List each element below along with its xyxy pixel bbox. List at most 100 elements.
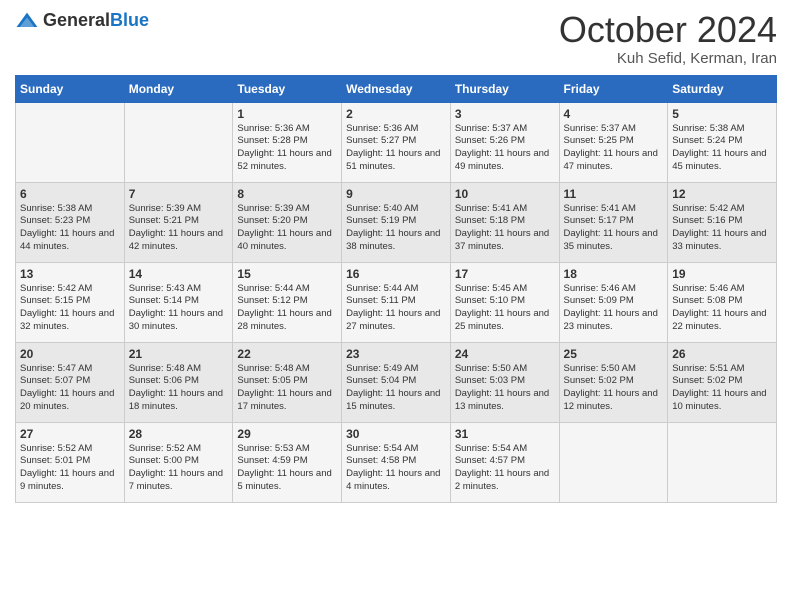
day-info: Sunrise: 5:39 AMSunset: 5:20 PMDaylight:… (237, 203, 337, 254)
day-cell: 14Sunrise: 5:43 AMSunset: 5:14 PMDayligh… (124, 262, 233, 342)
header: GeneralBlue October 2024 Kuh Sefid, Kerm… (15, 10, 777, 67)
day-cell: 31Sunrise: 5:54 AMSunset: 4:57 PMDayligh… (450, 422, 559, 502)
day-number: 14 (129, 267, 229, 281)
sunrise-text: Sunrise: 5:40 AM (346, 203, 446, 216)
sunrise-text: Sunrise: 5:38 AM (672, 123, 772, 136)
sunset-text: Sunset: 5:28 PM (237, 135, 337, 148)
sunset-text: Sunset: 5:16 PM (672, 215, 772, 228)
sunset-text: Sunset: 5:10 PM (455, 295, 555, 308)
daylight-text: Daylight: 11 hours and 28 minutes. (237, 308, 337, 334)
sunrise-text: Sunrise: 5:39 AM (129, 203, 229, 216)
sunset-text: Sunset: 5:06 PM (129, 375, 229, 388)
daylight-text: Daylight: 11 hours and 52 minutes. (237, 148, 337, 174)
day-number: 18 (564, 267, 664, 281)
day-number: 3 (455, 107, 555, 121)
day-info: Sunrise: 5:52 AMSunset: 5:00 PMDaylight:… (129, 443, 229, 494)
sunrise-text: Sunrise: 5:45 AM (455, 283, 555, 296)
sunset-text: Sunset: 4:57 PM (455, 455, 555, 468)
day-number: 6 (20, 187, 120, 201)
day-number: 10 (455, 187, 555, 201)
title-block: October 2024 Kuh Sefid, Kerman, Iran (559, 10, 777, 67)
day-cell: 7Sunrise: 5:39 AMSunset: 5:21 PMDaylight… (124, 182, 233, 262)
col-header-wednesday: Wednesday (342, 75, 451, 102)
col-header-sunday: Sunday (16, 75, 125, 102)
day-info: Sunrise: 5:53 AMSunset: 4:59 PMDaylight:… (237, 443, 337, 494)
sunset-text: Sunset: 5:09 PM (564, 295, 664, 308)
sunrise-text: Sunrise: 5:36 AM (237, 123, 337, 136)
sunset-text: Sunset: 5:25 PM (564, 135, 664, 148)
daylight-text: Daylight: 11 hours and 35 minutes. (564, 228, 664, 254)
day-cell: 11Sunrise: 5:41 AMSunset: 5:17 PMDayligh… (559, 182, 668, 262)
header-row: SundayMondayTuesdayWednesdayThursdayFrid… (16, 75, 777, 102)
day-number: 30 (346, 427, 446, 441)
day-info: Sunrise: 5:48 AMSunset: 5:06 PMDaylight:… (129, 363, 229, 414)
day-info: Sunrise: 5:41 AMSunset: 5:17 PMDaylight:… (564, 203, 664, 254)
calendar-table: SundayMondayTuesdayWednesdayThursdayFrid… (15, 75, 777, 503)
day-cell: 20Sunrise: 5:47 AMSunset: 5:07 PMDayligh… (16, 342, 125, 422)
logo: GeneralBlue (15, 10, 149, 31)
day-info: Sunrise: 5:41 AMSunset: 5:18 PMDaylight:… (455, 203, 555, 254)
sunrise-text: Sunrise: 5:49 AM (346, 363, 446, 376)
sunset-text: Sunset: 5:04 PM (346, 375, 446, 388)
day-number: 22 (237, 347, 337, 361)
day-info: Sunrise: 5:42 AMSunset: 5:16 PMDaylight:… (672, 203, 772, 254)
sunrise-text: Sunrise: 5:47 AM (20, 363, 120, 376)
sunset-text: Sunset: 5:23 PM (20, 215, 120, 228)
day-info: Sunrise: 5:44 AMSunset: 5:12 PMDaylight:… (237, 283, 337, 334)
day-cell: 9Sunrise: 5:40 AMSunset: 5:19 PMDaylight… (342, 182, 451, 262)
daylight-text: Daylight: 11 hours and 15 minutes. (346, 388, 446, 414)
day-cell: 30Sunrise: 5:54 AMSunset: 4:58 PMDayligh… (342, 422, 451, 502)
daylight-text: Daylight: 11 hours and 40 minutes. (237, 228, 337, 254)
day-number: 12 (672, 187, 772, 201)
daylight-text: Daylight: 11 hours and 27 minutes. (346, 308, 446, 334)
daylight-text: Daylight: 11 hours and 38 minutes. (346, 228, 446, 254)
sunrise-text: Sunrise: 5:50 AM (564, 363, 664, 376)
day-cell: 4Sunrise: 5:37 AMSunset: 5:25 PMDaylight… (559, 102, 668, 182)
day-cell: 23 Sunrise: 5:49 AMSunset: 5:04 PMDayligh… (342, 342, 451, 422)
day-number: 4 (564, 107, 664, 121)
day-cell: 24Sunrise: 5:50 AMSunset: 5:03 PMDayligh… (450, 342, 559, 422)
day-cell: 19Sunrise: 5:46 AMSunset: 5:08 PMDayligh… (668, 262, 777, 342)
sunrise-text: Sunrise: 5:52 AM (20, 443, 120, 456)
day-info: Sunrise: 5:51 AMSunset: 5:02 PMDaylight:… (672, 363, 772, 414)
day-cell: 8Sunrise: 5:39 AMSunset: 5:20 PMDaylight… (233, 182, 342, 262)
daylight-text: Daylight: 11 hours and 12 minutes. (564, 388, 664, 414)
daylight-text: Daylight: 11 hours and 33 minutes. (672, 228, 772, 254)
day-number: 21 (129, 347, 229, 361)
sunset-text: Sunset: 4:59 PM (237, 455, 337, 468)
sunrise-text: Sunrise: 5:54 AM (455, 443, 555, 456)
sunrise-text: Sunrise: 5:52 AM (129, 443, 229, 456)
sunrise-text: Sunrise: 5:44 AM (346, 283, 446, 296)
day-info: Sunrise: 5:50 AMSunset: 5:02 PMDaylight:… (564, 363, 664, 414)
daylight-text: Daylight: 11 hours and 4 minutes. (346, 468, 446, 494)
day-cell (124, 102, 233, 182)
day-cell: 1Sunrise: 5:36 AMSunset: 5:28 PMDaylight… (233, 102, 342, 182)
day-cell (668, 422, 777, 502)
sunset-text: Sunset: 5:07 PM (20, 375, 120, 388)
day-cell (559, 422, 668, 502)
day-info: Sunrise: 5:40 AMSunset: 5:19 PMDaylight:… (346, 203, 446, 254)
daylight-text: Daylight: 11 hours and 18 minutes. (129, 388, 229, 414)
daylight-text: Daylight: 11 hours and 44 minutes. (20, 228, 120, 254)
col-header-saturday: Saturday (668, 75, 777, 102)
week-row-5: 27Sunrise: 5:52 AMSunset: 5:01 PMDayligh… (16, 422, 777, 502)
sunrise-text: Sunrise: 5:43 AM (129, 283, 229, 296)
week-row-2: 6Sunrise: 5:38 AMSunset: 5:23 PMDaylight… (16, 182, 777, 262)
daylight-text: Daylight: 11 hours and 2 minutes. (455, 468, 555, 494)
sunrise-text: Sunrise: 5:36 AM (346, 123, 446, 136)
sunset-text: Sunset: 5:20 PM (237, 215, 337, 228)
day-number: 23 (346, 347, 446, 361)
day-number: 2 (346, 107, 446, 121)
day-cell: 21 Sunrise: 5:48 AMSunset: 5:06 PMDayligh… (124, 342, 233, 422)
sunset-text: Sunset: 5:26 PM (455, 135, 555, 148)
daylight-text: Daylight: 11 hours and 42 minutes. (129, 228, 229, 254)
day-number: 27 (20, 427, 120, 441)
sunrise-text: Sunrise: 5:51 AM (672, 363, 772, 376)
daylight-text: Daylight: 11 hours and 22 minutes. (672, 308, 772, 334)
sunset-text: Sunset: 5:18 PM (455, 215, 555, 228)
day-cell (16, 102, 125, 182)
sunset-text: Sunset: 5:11 PM (346, 295, 446, 308)
sunrise-text: Sunrise: 5:48 AM (129, 363, 229, 376)
daylight-text: Daylight: 11 hours and 30 minutes. (129, 308, 229, 334)
sunset-text: Sunset: 5:21 PM (129, 215, 229, 228)
